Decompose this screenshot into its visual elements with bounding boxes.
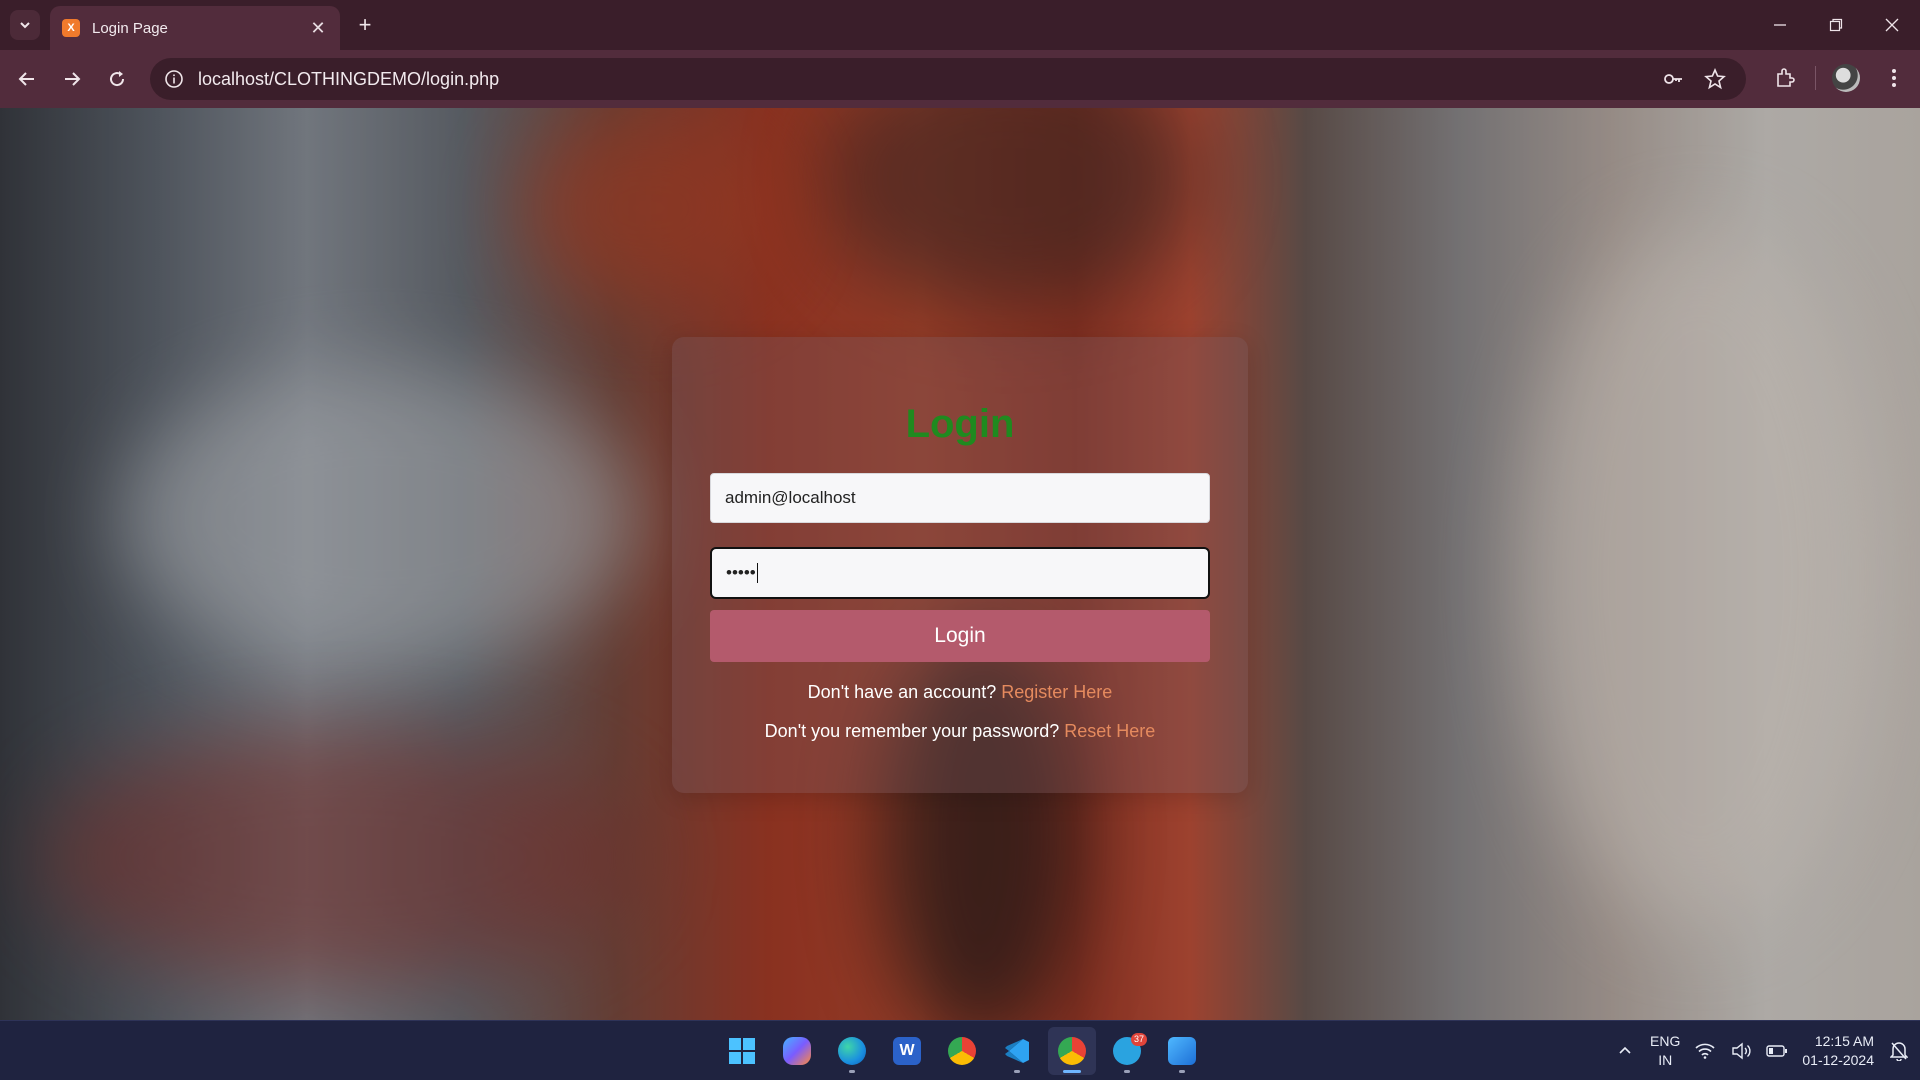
email-field[interactable]: admin@localhost	[710, 473, 1210, 523]
notification-badge: 37	[1130, 1033, 1147, 1046]
extensions-icon[interactable]	[1767, 60, 1803, 96]
photos-icon	[1168, 1037, 1196, 1065]
vscode-icon	[1005, 1039, 1029, 1063]
reset-prompt: Don't you remember your password?	[764, 721, 1060, 741]
tab-search-button[interactable]	[10, 10, 40, 40]
tab-strip: X Login Page ✕ +	[0, 0, 1920, 50]
browser-menu-icon[interactable]	[1876, 60, 1912, 96]
forward-button[interactable]	[57, 64, 87, 94]
reload-icon	[110, 71, 125, 87]
running-indicator	[1179, 1070, 1185, 1073]
volume-icon[interactable]	[1730, 1040, 1752, 1062]
login-card: Login admin@localhost ••••• Login Don't …	[672, 337, 1248, 793]
chrome-profile-button[interactable]	[1048, 1027, 1096, 1075]
bookmark-star-icon[interactable]	[1698, 62, 1732, 96]
xampp-favicon-icon: X	[62, 19, 80, 37]
edge-button[interactable]	[828, 1027, 876, 1075]
reset-line: Don't you remember your password? Reset …	[765, 721, 1156, 742]
minimize-button[interactable]	[1752, 0, 1808, 50]
close-window-button[interactable]	[1864, 0, 1920, 50]
chrome-profile-icon	[1058, 1037, 1086, 1065]
profile-button[interactable]	[1828, 60, 1864, 96]
password-masked-value: •••••	[726, 563, 756, 582]
running-indicator	[1124, 1070, 1130, 1073]
system-clock[interactable]: 12:15 AM 01-12-2024	[1802, 1032, 1874, 1070]
back-button[interactable]	[12, 64, 42, 94]
arrow-right-icon	[65, 72, 81, 86]
arrow-left-icon	[18, 72, 34, 86]
page-viewport: Login admin@localhost ••••• Login Don't …	[0, 108, 1920, 1020]
language-code: ENG	[1650, 1033, 1681, 1049]
password-key-icon[interactable]	[1656, 62, 1690, 96]
show-hidden-icons-button[interactable]	[1614, 1040, 1636, 1062]
start-button[interactable]	[718, 1027, 766, 1075]
region-code: IN	[1658, 1052, 1673, 1068]
chrome-icon	[948, 1037, 976, 1065]
copilot-button[interactable]	[773, 1027, 821, 1075]
new-tab-button[interactable]: +	[352, 12, 378, 38]
wifi-icon[interactable]	[1694, 1040, 1716, 1062]
running-indicator	[849, 1070, 855, 1073]
restore-icon	[1829, 18, 1843, 32]
chevron-up-icon	[1619, 1046, 1631, 1054]
running-indicator	[1014, 1070, 1020, 1073]
vscode-button[interactable]	[993, 1027, 1041, 1075]
chevron-down-icon	[20, 22, 30, 29]
browser-toolbar: localhost/CLOTHINGDEMO/login.php	[0, 50, 1920, 108]
toolbar-divider	[1815, 66, 1816, 90]
email-value: admin@localhost	[725, 488, 856, 507]
minimize-icon	[1774, 24, 1786, 26]
battery-icon[interactable]	[1766, 1040, 1788, 1062]
avatar	[1832, 64, 1860, 92]
register-line: Don't have an account? Register Here	[808, 682, 1113, 703]
edge-icon	[838, 1037, 866, 1065]
restore-button[interactable]	[1808, 0, 1864, 50]
reload-button[interactable]	[102, 64, 132, 94]
address-bar[interactable]: localhost/CLOTHINGDEMO/login.php	[150, 58, 1746, 100]
running-indicator	[1063, 1070, 1081, 1073]
word-button[interactable]: W	[883, 1027, 931, 1075]
site-info-icon[interactable]	[164, 69, 184, 89]
photos-button[interactable]	[1158, 1027, 1206, 1075]
close-icon	[1885, 18, 1899, 32]
telegram-button[interactable]: 37	[1103, 1027, 1151, 1075]
tab-title: Login Page	[92, 19, 168, 37]
input-language-indicator[interactable]: ENG IN	[1650, 1032, 1680, 1070]
login-button[interactable]: Login	[710, 610, 1210, 662]
login-title: Login	[905, 402, 1015, 446]
chrome-button[interactable]	[938, 1027, 986, 1075]
clock-date: 01-12-2024	[1802, 1052, 1874, 1068]
word-icon: W	[893, 1037, 921, 1065]
text-caret	[756, 563, 758, 583]
register-link[interactable]: Register Here	[1001, 682, 1112, 702]
close-tab-icon[interactable]: ✕	[308, 18, 328, 39]
windows-taskbar: W 37 ENG IN 12:15 AM 01-12-2024	[0, 1020, 1920, 1080]
reset-link[interactable]: Reset Here	[1064, 721, 1155, 741]
url-text[interactable]: localhost/CLOTHINGDEMO/login.php	[198, 69, 1648, 90]
copilot-icon	[783, 1037, 811, 1065]
clock-time: 12:15 AM	[1814, 1033, 1874, 1049]
register-prompt: Don't have an account?	[807, 682, 997, 702]
notifications-icon[interactable]	[1888, 1040, 1910, 1062]
tab-login-page[interactable]: X Login Page ✕	[50, 6, 340, 50]
windows-start-icon	[729, 1038, 755, 1064]
password-field[interactable]: •••••	[710, 547, 1210, 599]
